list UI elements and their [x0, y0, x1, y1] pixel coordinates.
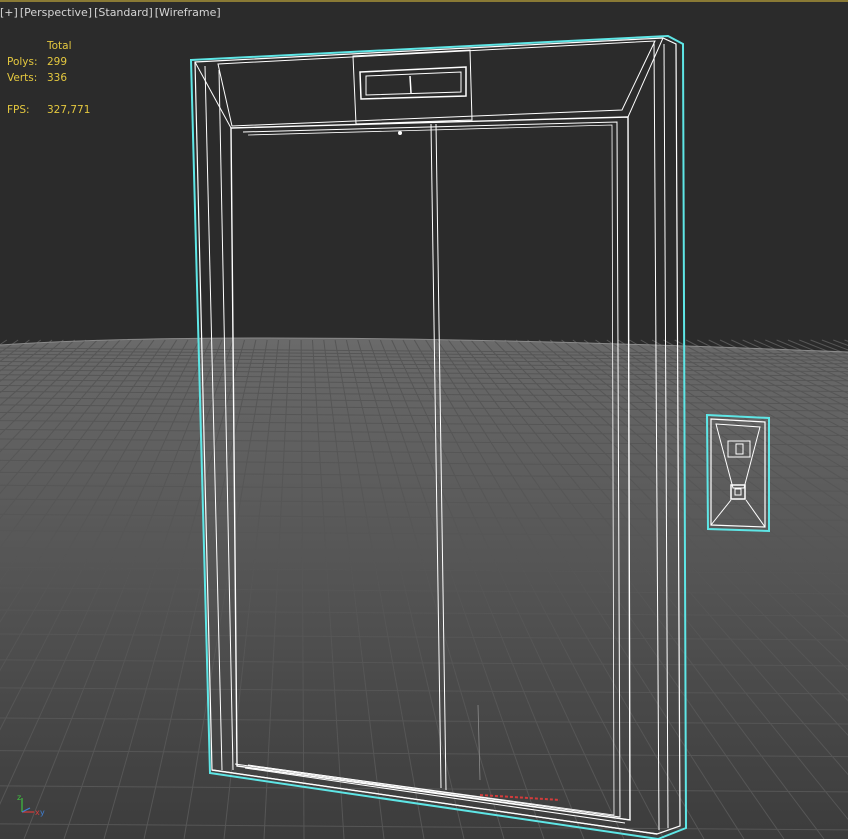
fps-label: FPS:: [7, 104, 30, 116]
stats-header: Total: [47, 40, 72, 52]
viewport-general-menu[interactable]: [+]: [0, 6, 18, 19]
ground-grid: [0, 337, 848, 839]
floor-indicator-panel: [352, 49, 473, 125]
verts-value: 336: [47, 72, 68, 84]
viewport-shading-style-menu[interactable]: [Standard]: [94, 6, 153, 19]
fps-value: 327,771: [47, 104, 91, 116]
polys-label: Polys:: [7, 56, 38, 68]
perspective-viewport[interactable]: x z y [+] [Perspective] [Standard] [Wire…: [0, 0, 848, 839]
viewport-border: [0, 0, 848, 2]
viewport-display-mode-menu[interactable]: [Wireframe]: [155, 6, 221, 19]
axis-y-label: y: [40, 808, 45, 817]
viewport-statistics: Total Polys: 299 Verts: 336 FPS: 327,771: [7, 38, 90, 118]
verts-label: Verts:: [7, 72, 38, 84]
polys-value: 299: [47, 56, 68, 68]
viewport-point-of-view-menu[interactable]: [Perspective]: [20, 6, 92, 19]
viewport-canvas: x z y: [0, 0, 848, 839]
axis-z-label: z: [17, 793, 21, 802]
viewport-label-menu: [+] [Perspective] [Standard] [Wireframe]: [0, 6, 221, 19]
